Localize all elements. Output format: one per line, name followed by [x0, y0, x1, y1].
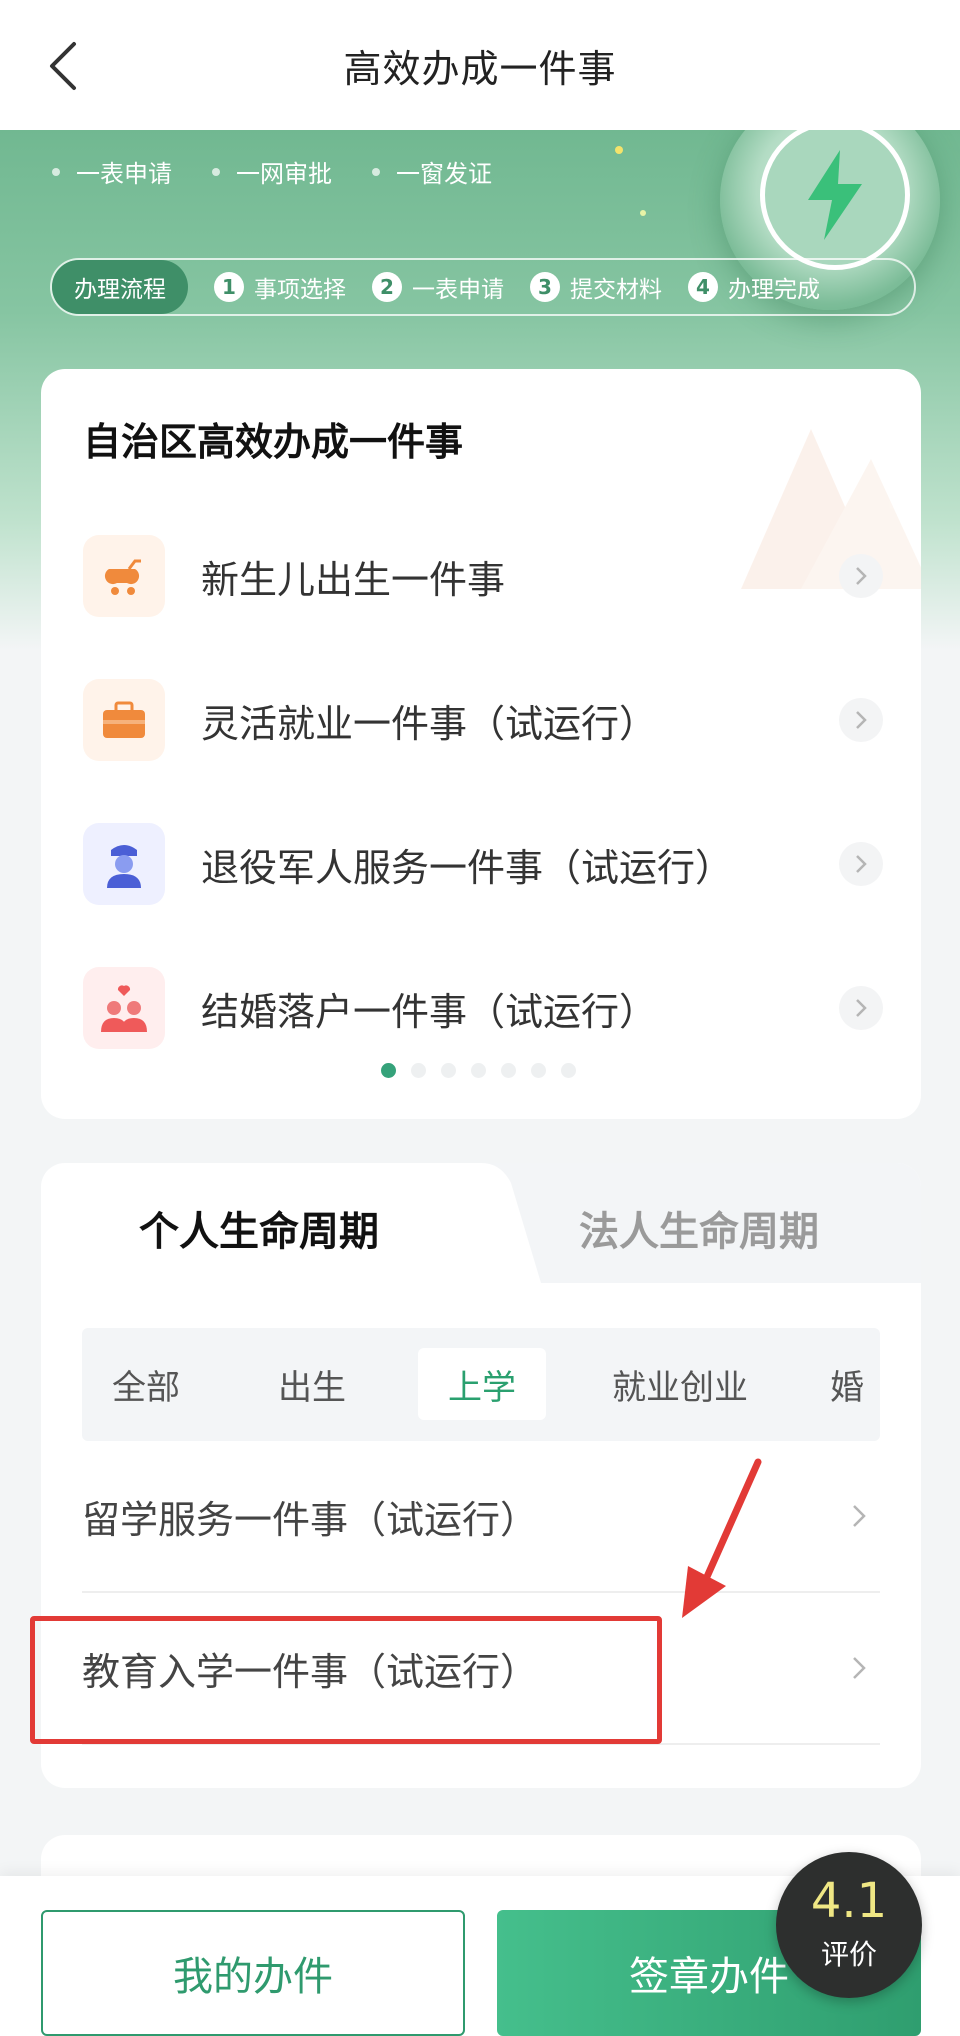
- step-number: 1: [214, 272, 244, 302]
- red-arrow-annotation: [682, 1458, 762, 1618]
- service-label: 退役军人服务一件事（试运行）: [201, 845, 734, 890]
- pagination-dot[interactable]: [531, 1063, 546, 1078]
- highlight-box: [30, 1616, 662, 1744]
- feature-label: 一窗发证: [396, 160, 492, 188]
- tab-personal-lifecycle[interactable]: 个人生命周期: [139, 1199, 379, 1257]
- chevron-right-icon: [853, 1657, 866, 1679]
- page-title: 高效办成一件事: [343, 46, 617, 91]
- flow-step: 3 提交材料: [530, 270, 662, 304]
- flow-step: 4 办理完成: [688, 270, 820, 304]
- regional-services-card: 自治区高效办成一件事 新生儿出生一件事 灵活就业一件事（试运行） 退役军人服务一…: [41, 369, 921, 1119]
- feature-item: 一网审批: [212, 154, 332, 189]
- top-bar: 高效办成一件事: [0, 0, 960, 130]
- pagination-dot[interactable]: [501, 1063, 516, 1078]
- rating-score: 4.1: [810, 1873, 888, 1929]
- bullet-icon: [52, 167, 60, 176]
- pagination-dot[interactable]: [441, 1063, 456, 1078]
- pagination-dot[interactable]: [471, 1063, 486, 1078]
- decor-dot: [640, 210, 646, 216]
- flow-step: 2 一表申请: [372, 270, 504, 304]
- soldier-icon: [83, 823, 165, 905]
- category-filter: 全部 出生 上学 就业创业 婚: [82, 1328, 880, 1441]
- category-chip-birth[interactable]: 出生: [248, 1348, 376, 1420]
- chevron-right-icon: [853, 1505, 866, 1527]
- process-flow: 办理流程 1 事项选择 2 一表申请 3 提交材料 4 办理完成: [50, 258, 916, 316]
- step-label: 一表申请: [412, 277, 504, 303]
- lightning-icon: [808, 150, 862, 240]
- couple-icon: [83, 967, 165, 1049]
- pagination-dot[interactable]: [411, 1063, 426, 1078]
- feature-list: 一表申请 一网审批 一窗发证: [52, 154, 492, 189]
- decor-dot: [615, 146, 623, 154]
- rating-badge[interactable]: 4.1 评价: [776, 1852, 922, 1998]
- briefcase-icon: [83, 679, 165, 761]
- service-label: 结婚落户一件事（试运行）: [201, 989, 658, 1034]
- stroller-icon: [83, 535, 165, 617]
- card-title: 自治区高效办成一件事: [83, 420, 464, 464]
- flow-step: 1 事项选择: [214, 270, 346, 304]
- feature-label: 一表申请: [76, 160, 172, 188]
- step-number: 3: [530, 272, 560, 302]
- rating-label: 评价: [820, 1938, 877, 1971]
- service-item[interactable]: 灵活就业一件事（试运行）: [83, 678, 883, 762]
- service-item[interactable]: 结婚落户一件事（试运行）: [83, 966, 883, 1050]
- flow-label: 办理流程: [52, 260, 188, 314]
- step-label: 事项选择: [254, 277, 346, 303]
- chevron-right-icon: [839, 986, 883, 1030]
- feature-item: 一表申请: [52, 154, 172, 189]
- service-item[interactable]: 退役军人服务一件事（试运行）: [83, 822, 883, 906]
- chevron-right-icon: [839, 842, 883, 886]
- bullet-icon: [212, 167, 220, 176]
- my-applications-button[interactable]: 我的办件: [41, 1910, 465, 2036]
- category-chip-marriage[interactable]: 婚: [800, 1348, 880, 1420]
- category-chip-all[interactable]: 全部: [82, 1348, 210, 1420]
- chevron-right-icon: [839, 554, 883, 598]
- step-label: 提交材料: [570, 277, 662, 303]
- chevron-right-icon: [839, 698, 883, 742]
- service-item[interactable]: 新生儿出生一件事: [83, 534, 883, 618]
- category-chip-employment[interactable]: 就业创业: [582, 1348, 778, 1420]
- tab-legal-lifecycle[interactable]: 法人生命周期: [579, 1199, 819, 1257]
- back-arrow-icon[interactable]: [40, 38, 90, 94]
- carousel-pagination: [381, 1063, 576, 1078]
- step-number: 2: [372, 272, 402, 302]
- category-chip-school[interactable]: 上学: [418, 1348, 546, 1420]
- bullet-icon: [372, 167, 380, 176]
- step-number: 4: [688, 272, 718, 302]
- step-label: 办理完成: [728, 277, 820, 303]
- feature-label: 一网审批: [236, 160, 332, 188]
- service-label: 新生儿出生一件事: [201, 557, 506, 602]
- feature-item: 一窗发证: [372, 154, 492, 189]
- pagination-dot[interactable]: [561, 1063, 576, 1078]
- service-label: 灵活就业一件事（试运行）: [201, 701, 658, 746]
- pagination-dot[interactable]: [381, 1063, 396, 1078]
